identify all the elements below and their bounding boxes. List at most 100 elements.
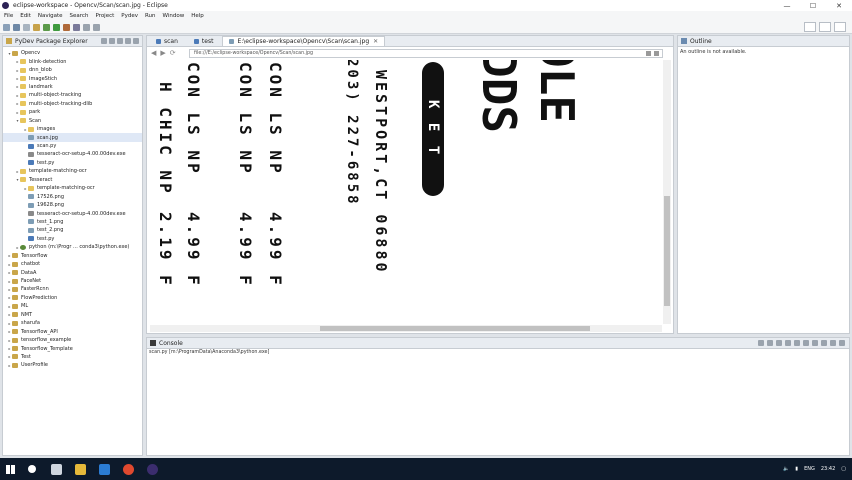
scroll-lock-icon[interactable] (785, 340, 791, 346)
tree-item[interactable]: ▸ multi-object-tracking-dlib (3, 100, 142, 108)
minimize-view-icon[interactable] (830, 340, 836, 346)
menu-help[interactable]: Help (191, 13, 204, 19)
tab-scan-jpg[interactable]: E:\eclipse-workspace\Opencv\Scan\scan.jp… (222, 36, 386, 46)
tree-item[interactable]: ▸ images (3, 125, 142, 133)
clear-console-icon[interactable] (776, 340, 782, 346)
tree-item[interactable]: test.py (3, 235, 142, 243)
maximize-button[interactable]: ☐ (800, 0, 826, 11)
terminate-icon[interactable] (758, 340, 764, 346)
tree-item[interactable]: ▸ tensorflow_example (3, 336, 142, 344)
menu-navigate[interactable]: Navigate (38, 13, 63, 19)
taskbar-explorer[interactable] (68, 458, 92, 480)
tree-item[interactable]: ▸ ML (3, 302, 142, 310)
tree-item[interactable]: ▸ FlowPrediction (3, 294, 142, 302)
tree-item[interactable]: ▸ blink-detection (3, 57, 142, 65)
back-icon[interactable] (83, 23, 90, 31)
tree-item[interactable]: ▸ ImageStich (3, 74, 142, 82)
outline-tab[interactable]: Outline (678, 36, 849, 47)
menu-search[interactable]: Search (70, 13, 89, 19)
back-arrow-icon[interactable]: ◀ (151, 49, 156, 57)
view-menu-icon[interactable] (117, 38, 123, 44)
open-type-icon[interactable] (33, 23, 40, 31)
minimize-view-icon[interactable] (125, 38, 131, 44)
tree-item[interactable]: ▸ dnn_blob (3, 66, 142, 74)
taskbar-taskview[interactable] (44, 458, 68, 480)
forward-arrow-icon[interactable]: ▶ (160, 49, 165, 57)
go-icon[interactable] (646, 51, 651, 56)
new-icon[interactable] (3, 23, 10, 31)
close-tab-icon[interactable]: ✕ (373, 38, 378, 45)
pin-console-icon[interactable] (803, 340, 809, 346)
menu-edit[interactable]: Edit (20, 13, 31, 19)
tree-item[interactable]: scan.py (3, 142, 142, 150)
tree-item[interactable]: ▸ Test (3, 353, 142, 361)
horizontal-scroll-thumb[interactable] (320, 326, 590, 331)
notifications-icon[interactable]: ▢ (841, 466, 846, 472)
tree-item[interactable]: 19628.png (3, 201, 142, 209)
tree-item[interactable]: ▸ UserProfile (3, 361, 142, 369)
collapse-all-icon[interactable] (101, 38, 107, 44)
clock[interactable]: 23:42 (821, 466, 835, 472)
display-console-icon[interactable] (812, 340, 818, 346)
explorer-tab[interactable]: PyDev Package Explorer (3, 36, 142, 47)
taskbar-edge[interactable] (92, 458, 116, 480)
tree-item[interactable]: ▸ Tensorflow_API (3, 327, 142, 335)
taskbar-search[interactable] (20, 458, 44, 480)
tree-item[interactable]: test.py (3, 159, 142, 167)
word-wrap-icon[interactable] (794, 340, 800, 346)
pydev-perspective-icon[interactable] (819, 22, 831, 32)
minimize-button[interactable]: — (774, 0, 800, 11)
tree-item[interactable]: ▸ sharufa (3, 319, 142, 327)
input-language[interactable]: ENG (804, 466, 815, 472)
search-icon[interactable] (73, 23, 80, 31)
tree-item[interactable]: ▸ Tensorflow_Template (3, 344, 142, 352)
start-button[interactable] (0, 458, 20, 480)
refresh-icon[interactable]: ⟳ (170, 49, 176, 57)
tree-item[interactable]: ▸ template-matching-ocr (3, 167, 142, 175)
tree-item[interactable]: ▸ FaceNet (3, 277, 142, 285)
external-tools-icon[interactable] (63, 23, 70, 31)
stop-icon[interactable] (654, 51, 659, 56)
tree-item[interactable]: ▸ NMT (3, 311, 142, 319)
tree-item[interactable]: test_2.png (3, 226, 142, 234)
run-icon[interactable] (53, 23, 60, 31)
tree-item[interactable]: ▸ multi-object-tracking (3, 91, 142, 99)
tree-item[interactable]: ▸ template-matching-ocr (3, 184, 142, 192)
url-bar[interactable]: file:///E:/eclipse-workspace/Opencv/Scan… (189, 49, 663, 58)
tree-item[interactable]: 17526.png (3, 192, 142, 200)
save-all-icon[interactable] (23, 23, 30, 31)
tab-test[interactable]: test (187, 36, 221, 46)
maximize-view-icon[interactable] (839, 340, 845, 346)
menu-project[interactable]: Project (95, 13, 114, 19)
taskbar-eclipse[interactable] (140, 458, 164, 480)
link-editor-icon[interactable] (109, 38, 115, 44)
debug-perspective-icon[interactable] (834, 22, 846, 32)
tree-item[interactable]: ▸ python (m:\Progr ... conda3\python.exe) (3, 243, 142, 251)
tree-item[interactable]: ▸ landmark (3, 83, 142, 91)
maximize-view-icon[interactable] (133, 38, 139, 44)
volume-icon[interactable]: 🔈 (783, 466, 789, 472)
save-icon[interactable] (13, 23, 20, 31)
menu-window[interactable]: Window (163, 13, 185, 19)
network-icon[interactable]: ▮ (795, 466, 798, 472)
forward-icon[interactable] (93, 23, 100, 31)
tree-item[interactable]: ▾ Tesseract (3, 176, 142, 184)
tab-scan[interactable]: scan (149, 36, 185, 46)
tree-item[interactable]: ▸ Tensorflow (3, 252, 142, 260)
tree-item[interactable]: ▸ chatbot (3, 260, 142, 268)
tree-item[interactable]: ▸ park (3, 108, 142, 116)
menu-run[interactable]: Run (145, 13, 156, 19)
tree-item[interactable]: tesseract-ocr-setup-4.00.00dev.exe (3, 150, 142, 158)
vertical-scrollbar[interactable] (663, 60, 671, 324)
horizontal-scrollbar[interactable] (150, 325, 662, 332)
taskbar-chrome[interactable] (116, 458, 140, 480)
open-console-icon[interactable] (821, 340, 827, 346)
tree-item[interactable]: ▸ FasterRcnn (3, 285, 142, 293)
vertical-scroll-thumb[interactable] (664, 196, 670, 306)
tree-item[interactable]: ▾ Opencv (3, 49, 142, 57)
tree-item[interactable]: scan.jpg (3, 133, 142, 142)
open-perspective-icon[interactable] (804, 22, 816, 32)
tree-item[interactable]: test_1.png (3, 218, 142, 226)
tree-item[interactable]: ▸ DataA (3, 268, 142, 276)
menu-pydev[interactable]: Pydev (121, 13, 138, 19)
